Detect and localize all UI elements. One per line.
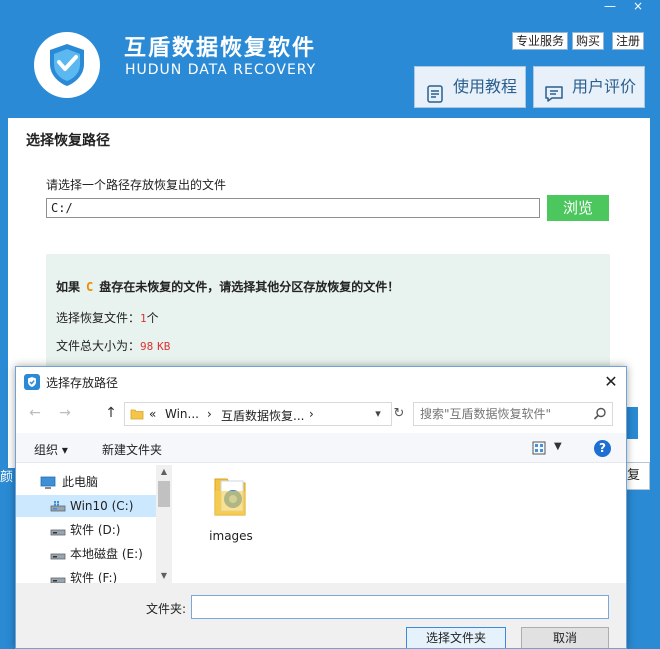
tree-item-label: 此电脑 bbox=[62, 475, 99, 489]
breadcrumb-overflow[interactable]: « bbox=[149, 407, 156, 421]
buy-link[interactable]: 购买 bbox=[572, 32, 605, 50]
file-name: images bbox=[209, 529, 253, 543]
address-row: ← → ↑ « Win... › 互盾数据恢复... › ▾ ↻ bbox=[16, 401, 626, 427]
app-subtitle: HUDUN DATA RECOVERY bbox=[125, 62, 317, 78]
organize-menu[interactable]: 组织 ▾ bbox=[34, 441, 68, 458]
app-shield-icon bbox=[24, 374, 40, 390]
tree-item-label: 本地磁盘 (E:) bbox=[70, 547, 143, 561]
scroll-up-icon[interactable]: ▲ bbox=[156, 465, 171, 479]
hidden-left-label: 颜 bbox=[0, 470, 14, 485]
browse-button[interactable]: 浏览 bbox=[547, 195, 609, 221]
navigation-tree: 此电脑 Win10 (C:) 软件 (D:) 本地磁盘 (E:) 软件 (F:) bbox=[16, 465, 172, 583]
selected-files-unit: 个 bbox=[146, 311, 159, 325]
help-icon[interactable]: ? bbox=[594, 440, 611, 457]
recover-button[interactable]: 复 bbox=[626, 462, 650, 490]
header: 互盾数据恢复软件 HUDUN DATA RECOVERY — × 专业服务 购买… bbox=[0, 0, 660, 118]
tree-item-e-drive[interactable]: 本地磁盘 (E:) bbox=[16, 543, 156, 565]
review-label: 用户评价 bbox=[572, 77, 637, 96]
tree-item-label: 软件 (D:) bbox=[70, 523, 121, 537]
select-folder-button[interactable]: 选择文件夹 bbox=[406, 627, 506, 648]
tree-item-d-drive[interactable]: 软件 (D:) bbox=[16, 519, 156, 541]
total-size-label: 文件总大小为： bbox=[56, 339, 141, 353]
search-box[interactable] bbox=[413, 402, 613, 426]
shield-logo-icon bbox=[34, 32, 100, 98]
tree-item-f-drive[interactable]: 软件 (F:) bbox=[16, 567, 156, 583]
tree-item-label: 软件 (F:) bbox=[70, 571, 118, 583]
breadcrumb-separator: › bbox=[309, 407, 314, 421]
drive-icon bbox=[50, 499, 66, 513]
breadcrumb-hudun[interactable]: 互盾数据恢复... bbox=[221, 407, 304, 424]
select-folder-dialog: 选择存放路径 ✕ ← → ↑ « Win... › 互盾数据恢复... › ▾ … bbox=[15, 366, 627, 649]
search-input[interactable] bbox=[420, 406, 590, 422]
pro-service-link[interactable]: 专业服务 bbox=[512, 32, 569, 50]
file-item-images[interactable]: images bbox=[203, 473, 259, 543]
dialog-title: 选择存放路径 bbox=[46, 376, 119, 390]
total-size-stat: 文件总大小为：98 KB bbox=[56, 337, 170, 354]
address-bar[interactable]: « Win... › 互盾数据恢复... › ▾ bbox=[124, 402, 392, 426]
forward-button[interactable]: → bbox=[56, 404, 74, 422]
dialog-close-button[interactable]: ✕ bbox=[600, 371, 622, 393]
breadcrumb-win[interactable]: Win... bbox=[165, 407, 199, 421]
comment-icon bbox=[544, 78, 564, 102]
view-mode-icon[interactable] bbox=[532, 441, 546, 455]
hidden-right-control[interactable] bbox=[626, 407, 638, 439]
tree-item-c-drive[interactable]: Win10 (C:) bbox=[16, 495, 156, 517]
tree-item-label: Win10 (C:) bbox=[70, 499, 134, 513]
breadcrumb-separator: › bbox=[207, 407, 212, 421]
app-title: 互盾数据恢复软件 bbox=[124, 36, 317, 61]
drive-icon bbox=[50, 547, 66, 561]
tree-scrollbar[interactable]: ▲ ▼ bbox=[156, 465, 171, 583]
new-folder-button[interactable]: 新建文件夹 bbox=[102, 441, 162, 458]
drive-warning: 如果 C 盘存在未恢复的文件，请选择其他分区存放恢复的文件！ bbox=[56, 278, 399, 295]
dialog-titlebar[interactable]: 选择存放路径 ✕ bbox=[16, 367, 626, 397]
up-button[interactable]: ↑ bbox=[102, 404, 120, 422]
path-input[interactable]: C:/ bbox=[46, 198, 540, 218]
warning-prefix: 如果 bbox=[56, 280, 81, 294]
tutorial-label: 使用教程 bbox=[453, 77, 518, 96]
drive-icon bbox=[50, 571, 66, 583]
total-size-unit: KB bbox=[157, 340, 171, 353]
back-button[interactable]: ← bbox=[26, 404, 44, 422]
close-button[interactable]: × bbox=[626, 0, 650, 14]
dialog-footer: 文件夹: 选择文件夹 取消 bbox=[16, 583, 626, 648]
tutorial-button[interactable]: 使用教程 bbox=[414, 66, 526, 108]
path-label: 请选择一个路径存放恢复出的文件 bbox=[46, 178, 227, 192]
warning-suffix: 盘存在未恢复的文件，请选择其他分区存放恢复的文件！ bbox=[99, 280, 400, 294]
folder-label: 文件夹: bbox=[146, 602, 187, 616]
review-button[interactable]: 用户评价 bbox=[533, 66, 645, 108]
scroll-down-icon[interactable]: ▼ bbox=[156, 569, 171, 583]
folder-name-input[interactable] bbox=[191, 595, 609, 619]
selected-files-value: 1 bbox=[140, 312, 147, 325]
warning-drive: C bbox=[86, 280, 94, 294]
drive-icon bbox=[50, 523, 66, 537]
search-icon[interactable] bbox=[592, 406, 608, 422]
tree-item-this-pc[interactable]: 此电脑 bbox=[16, 471, 156, 493]
register-link[interactable]: 注册 bbox=[612, 32, 645, 50]
dialog-toolbar: 组织 ▾ 新建文件夹 ▼ ? bbox=[16, 433, 626, 463]
document-icon bbox=[425, 78, 445, 103]
cancel-button[interactable]: 取消 bbox=[521, 627, 609, 648]
refresh-icon[interactable]: ↻ bbox=[390, 405, 408, 423]
chevron-down-icon[interactable]: ▼ bbox=[554, 439, 566, 455]
selected-files-label: 选择恢复文件： bbox=[56, 311, 141, 325]
chevron-down-icon[interactable]: ▾ bbox=[369, 405, 387, 423]
selected-files-stat: 选择恢复文件：1个 bbox=[56, 309, 159, 326]
computer-icon bbox=[40, 475, 56, 489]
folder-icon bbox=[211, 473, 251, 521]
folder-icon bbox=[130, 407, 144, 421]
panel-title: 选择恢复路径 bbox=[26, 133, 110, 149]
scroll-thumb[interactable] bbox=[158, 481, 170, 507]
minimize-button[interactable]: — bbox=[598, 0, 622, 14]
total-size-value: 98 bbox=[140, 340, 154, 353]
file-list: images bbox=[173, 465, 626, 583]
